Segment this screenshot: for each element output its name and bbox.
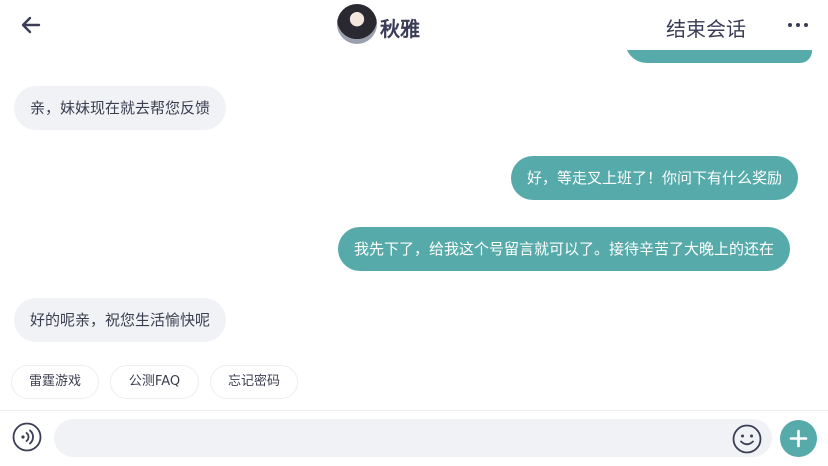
voice-icon[interactable] — [12, 422, 42, 452]
contact-name: 秋雅 — [380, 17, 420, 41]
message-text: 我先下了，给我这个号留言就可以了。接待辛苦了大晚上的还在 — [354, 240, 775, 258]
quick-reply-chip[interactable]: 忘记密码 — [210, 365, 298, 399]
message-text: 好，等走叉上班了！你问下有什么奖励 — [527, 169, 783, 187]
message-bubble-outgoing: 我先下了，给我这个号留言就可以了。接待辛苦了大晚上的还在 — [338, 227, 791, 271]
quick-reply-label: 忘记密码 — [227, 374, 280, 389]
chat-header: 秋雅 结束会话 — [0, 0, 828, 50]
quick-reply-chip[interactable]: 雷霆游戏 — [11, 365, 99, 399]
more-horizontal-icon[interactable] — [786, 13, 810, 37]
avatar[interactable] — [337, 4, 377, 44]
quick-reply-label: 公测FAQ — [128, 374, 181, 389]
message-text: 亲，妹妹现在就去帮您反馈 — [30, 99, 211, 117]
emoji-icon[interactable] — [732, 424, 762, 454]
quick-reply-label: 雷霆游戏 — [28, 374, 81, 389]
message-input[interactable] — [54, 419, 772, 457]
end-session-button[interactable]: 结束会话 — [666, 13, 746, 42]
plus-icon[interactable] — [780, 420, 817, 457]
message-bubble-outgoing: 好，等走叉上班了！你问下有什么奖励 — [511, 156, 799, 200]
message-text: 好的呢亲，祝您生活愉快呢 — [30, 311, 211, 329]
arrow-left-icon[interactable] — [18, 12, 44, 38]
chat-area: 亲，妹妹现在就去帮您反馈 好，等走叉上班了！你问下有什么奖励 我先下了，给我这个… — [0, 0, 828, 410]
message-bubble-incoming: 亲，妹妹现在就去帮您反馈 — [14, 86, 227, 130]
input-bar — [0, 411, 828, 466]
message-bubble-incoming: 好的呢亲，祝您生活愉快呢 — [14, 298, 227, 342]
quick-reply-chip[interactable]: 公测FAQ — [110, 365, 199, 399]
